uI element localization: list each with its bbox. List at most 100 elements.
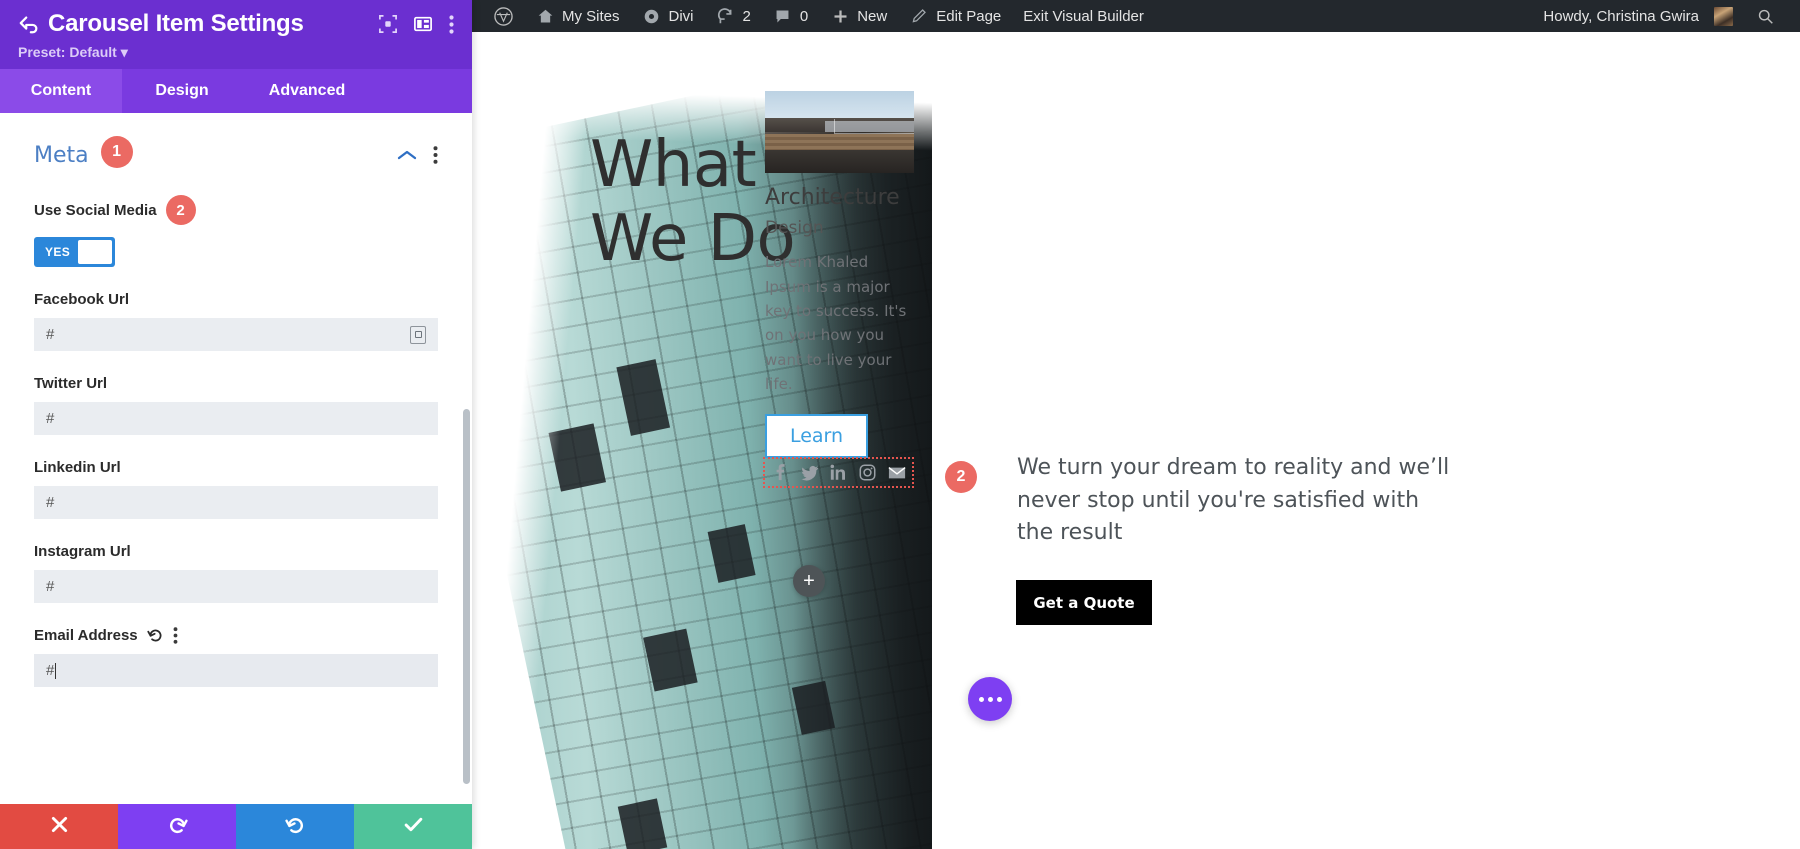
chevron-up-icon[interactable] bbox=[397, 149, 417, 161]
facebook-icon[interactable] bbox=[771, 463, 790, 482]
back-arrow-icon[interactable] bbox=[18, 13, 44, 35]
linkedin-icon[interactable] bbox=[829, 463, 848, 482]
home-icon bbox=[535, 6, 555, 26]
comments-icon bbox=[773, 6, 793, 26]
twitter-url-input[interactable]: # bbox=[34, 402, 438, 435]
panel-header-row: Carousel Item Settings bbox=[18, 10, 454, 38]
use-social-media-label-row: Use Social Media 2 bbox=[34, 195, 438, 225]
updates-count: 2 bbox=[742, 7, 751, 25]
carousel-item-card[interactable]: Architecture Design Lorem Khaled Ipsum i… bbox=[763, 91, 977, 494]
my-sites-label: My Sites bbox=[562, 7, 620, 25]
photo-wood-cladding bbox=[765, 133, 914, 151]
panel-header-tools bbox=[379, 14, 454, 34]
edit-page-link[interactable]: Edit Page bbox=[898, 0, 1012, 32]
tab-advanced[interactable]: Advanced bbox=[242, 69, 372, 113]
pencil-icon bbox=[909, 6, 929, 26]
new-content-menu[interactable]: New bbox=[819, 0, 898, 32]
save-button[interactable] bbox=[354, 804, 472, 849]
email-address-input[interactable]: # bbox=[34, 654, 438, 687]
email-icon[interactable] bbox=[887, 463, 906, 482]
instagram-icon[interactable] bbox=[858, 463, 877, 482]
email-field-kebab-menu-icon[interactable] bbox=[173, 627, 178, 644]
twitter-url-value: # bbox=[46, 410, 55, 427]
twitter-url-label: Twitter Url bbox=[34, 375, 108, 392]
undo-icon bbox=[167, 814, 188, 840]
learn-button[interactable]: Learn bbox=[765, 414, 868, 459]
tab-design[interactable]: Design bbox=[122, 69, 242, 113]
add-module-button[interactable]: + bbox=[793, 565, 825, 597]
divi-label: Divi bbox=[668, 7, 694, 25]
account-menu[interactable]: Howdy, Christina Gwira bbox=[1532, 0, 1744, 32]
meta-section-header: Meta 1 bbox=[34, 136, 438, 171]
annotation-marker-social: 2 bbox=[945, 461, 977, 494]
panel-header: Carousel Item Settings Preset: Default ▾ bbox=[0, 0, 472, 69]
check-icon bbox=[403, 814, 424, 840]
linkedin-url-value: # bbox=[46, 494, 55, 511]
settings-form: Meta 1 Use Social Media 2 YES Facebook U… bbox=[0, 113, 472, 697]
facebook-url-field: Facebook Url # bbox=[34, 291, 438, 351]
panel-scrollbar[interactable] bbox=[463, 409, 470, 784]
fullscreen-icon[interactable] bbox=[379, 15, 397, 33]
preset-selector[interactable]: Preset: Default ▾ bbox=[18, 44, 454, 61]
divi-floating-menu-button[interactable] bbox=[968, 677, 1012, 721]
wp-admin-bar: My Sites Divi 2 0 New Edit Page Exit Vis… bbox=[472, 0, 1800, 32]
updates-icon bbox=[716, 6, 736, 26]
my-sites-menu[interactable]: My Sites bbox=[524, 0, 631, 32]
module-settings-panel: Carousel Item Settings Preset: Default ▾ bbox=[0, 0, 472, 849]
reset-icon[interactable] bbox=[147, 627, 164, 644]
panel-title: Carousel Item Settings bbox=[48, 10, 304, 37]
undo-button[interactable] bbox=[118, 804, 236, 849]
tab-content[interactable]: Content bbox=[0, 69, 122, 113]
screen-root: My Sites Divi 2 0 New Edit Page Exit Vis… bbox=[0, 0, 1800, 849]
kebab-menu-icon[interactable] bbox=[449, 14, 454, 34]
layout-icon[interactable] bbox=[414, 15, 432, 33]
search-icon bbox=[1755, 6, 1775, 26]
carousel-item-image bbox=[765, 91, 914, 173]
wordpress-icon bbox=[493, 6, 513, 26]
divi-icon bbox=[642, 6, 662, 26]
facebook-url-label: Facebook Url bbox=[34, 291, 130, 308]
carousel-item-body: Lorem Khaled Ipsum is a major key to suc… bbox=[765, 253, 907, 393]
instagram-url-value: # bbox=[46, 578, 55, 595]
email-address-value: # bbox=[46, 662, 55, 679]
new-label: New bbox=[857, 7, 888, 25]
comments-menu[interactable]: 0 bbox=[762, 0, 819, 32]
updates-menu[interactable]: 2 bbox=[705, 0, 762, 32]
howdy-label: Howdy, Christina Gwira bbox=[1543, 7, 1699, 25]
admin-bar-right-group: Howdy, Christina Gwira bbox=[1532, 0, 1800, 32]
email-address-label-row: Email Address bbox=[34, 627, 438, 644]
panel-footer bbox=[0, 804, 472, 849]
use-social-media-field: Use Social Media 2 YES bbox=[34, 195, 438, 267]
dynamic-content-icon[interactable] bbox=[410, 325, 426, 344]
instagram-url-input[interactable]: # bbox=[34, 570, 438, 603]
section-kebab-menu-icon[interactable] bbox=[433, 146, 438, 164]
photo-sky bbox=[765, 91, 914, 121]
facebook-url-input[interactable]: # bbox=[34, 318, 438, 351]
exit-visual-builder-link[interactable]: Exit Visual Builder bbox=[1012, 0, 1155, 32]
panel-adminbar-spacer bbox=[455, 0, 472, 32]
annotation-marker-meta: 1 bbox=[100, 136, 133, 168]
instagram-url-label: Instagram Url bbox=[34, 543, 131, 560]
preset-label: Preset: Default bbox=[18, 44, 117, 60]
photo-base bbox=[765, 150, 914, 173]
section-title: Meta bbox=[34, 142, 89, 168]
search-button[interactable] bbox=[1744, 0, 1786, 32]
annotation-marker-use-social: 2 bbox=[165, 195, 196, 225]
use-social-media-toggle[interactable]: YES bbox=[34, 237, 115, 267]
section-tools bbox=[397, 146, 438, 164]
redo-button[interactable] bbox=[236, 804, 354, 849]
divi-menu[interactable]: Divi bbox=[631, 0, 705, 32]
page-canvas: What We Do + Architecture Design Lorem K… bbox=[472, 32, 1800, 849]
plus-icon: + bbox=[803, 570, 815, 592]
learn-button-label: Learn bbox=[789, 425, 844, 448]
email-address-label: Email Address bbox=[34, 627, 138, 644]
linkedin-url-input[interactable]: # bbox=[34, 486, 438, 519]
promo-text: We turn your dream to reality and we’ll … bbox=[1017, 455, 1450, 546]
cancel-button[interactable] bbox=[0, 804, 118, 849]
social-icons-row[interactable] bbox=[763, 457, 914, 489]
wordpress-logo-button[interactable] bbox=[482, 0, 524, 32]
get-a-quote-button[interactable]: Get a Quote bbox=[1016, 580, 1152, 625]
carousel-item-title: Architecture bbox=[765, 185, 900, 210]
twitter-icon[interactable] bbox=[800, 463, 819, 482]
carousel-item-subtitle: Design bbox=[765, 218, 824, 239]
